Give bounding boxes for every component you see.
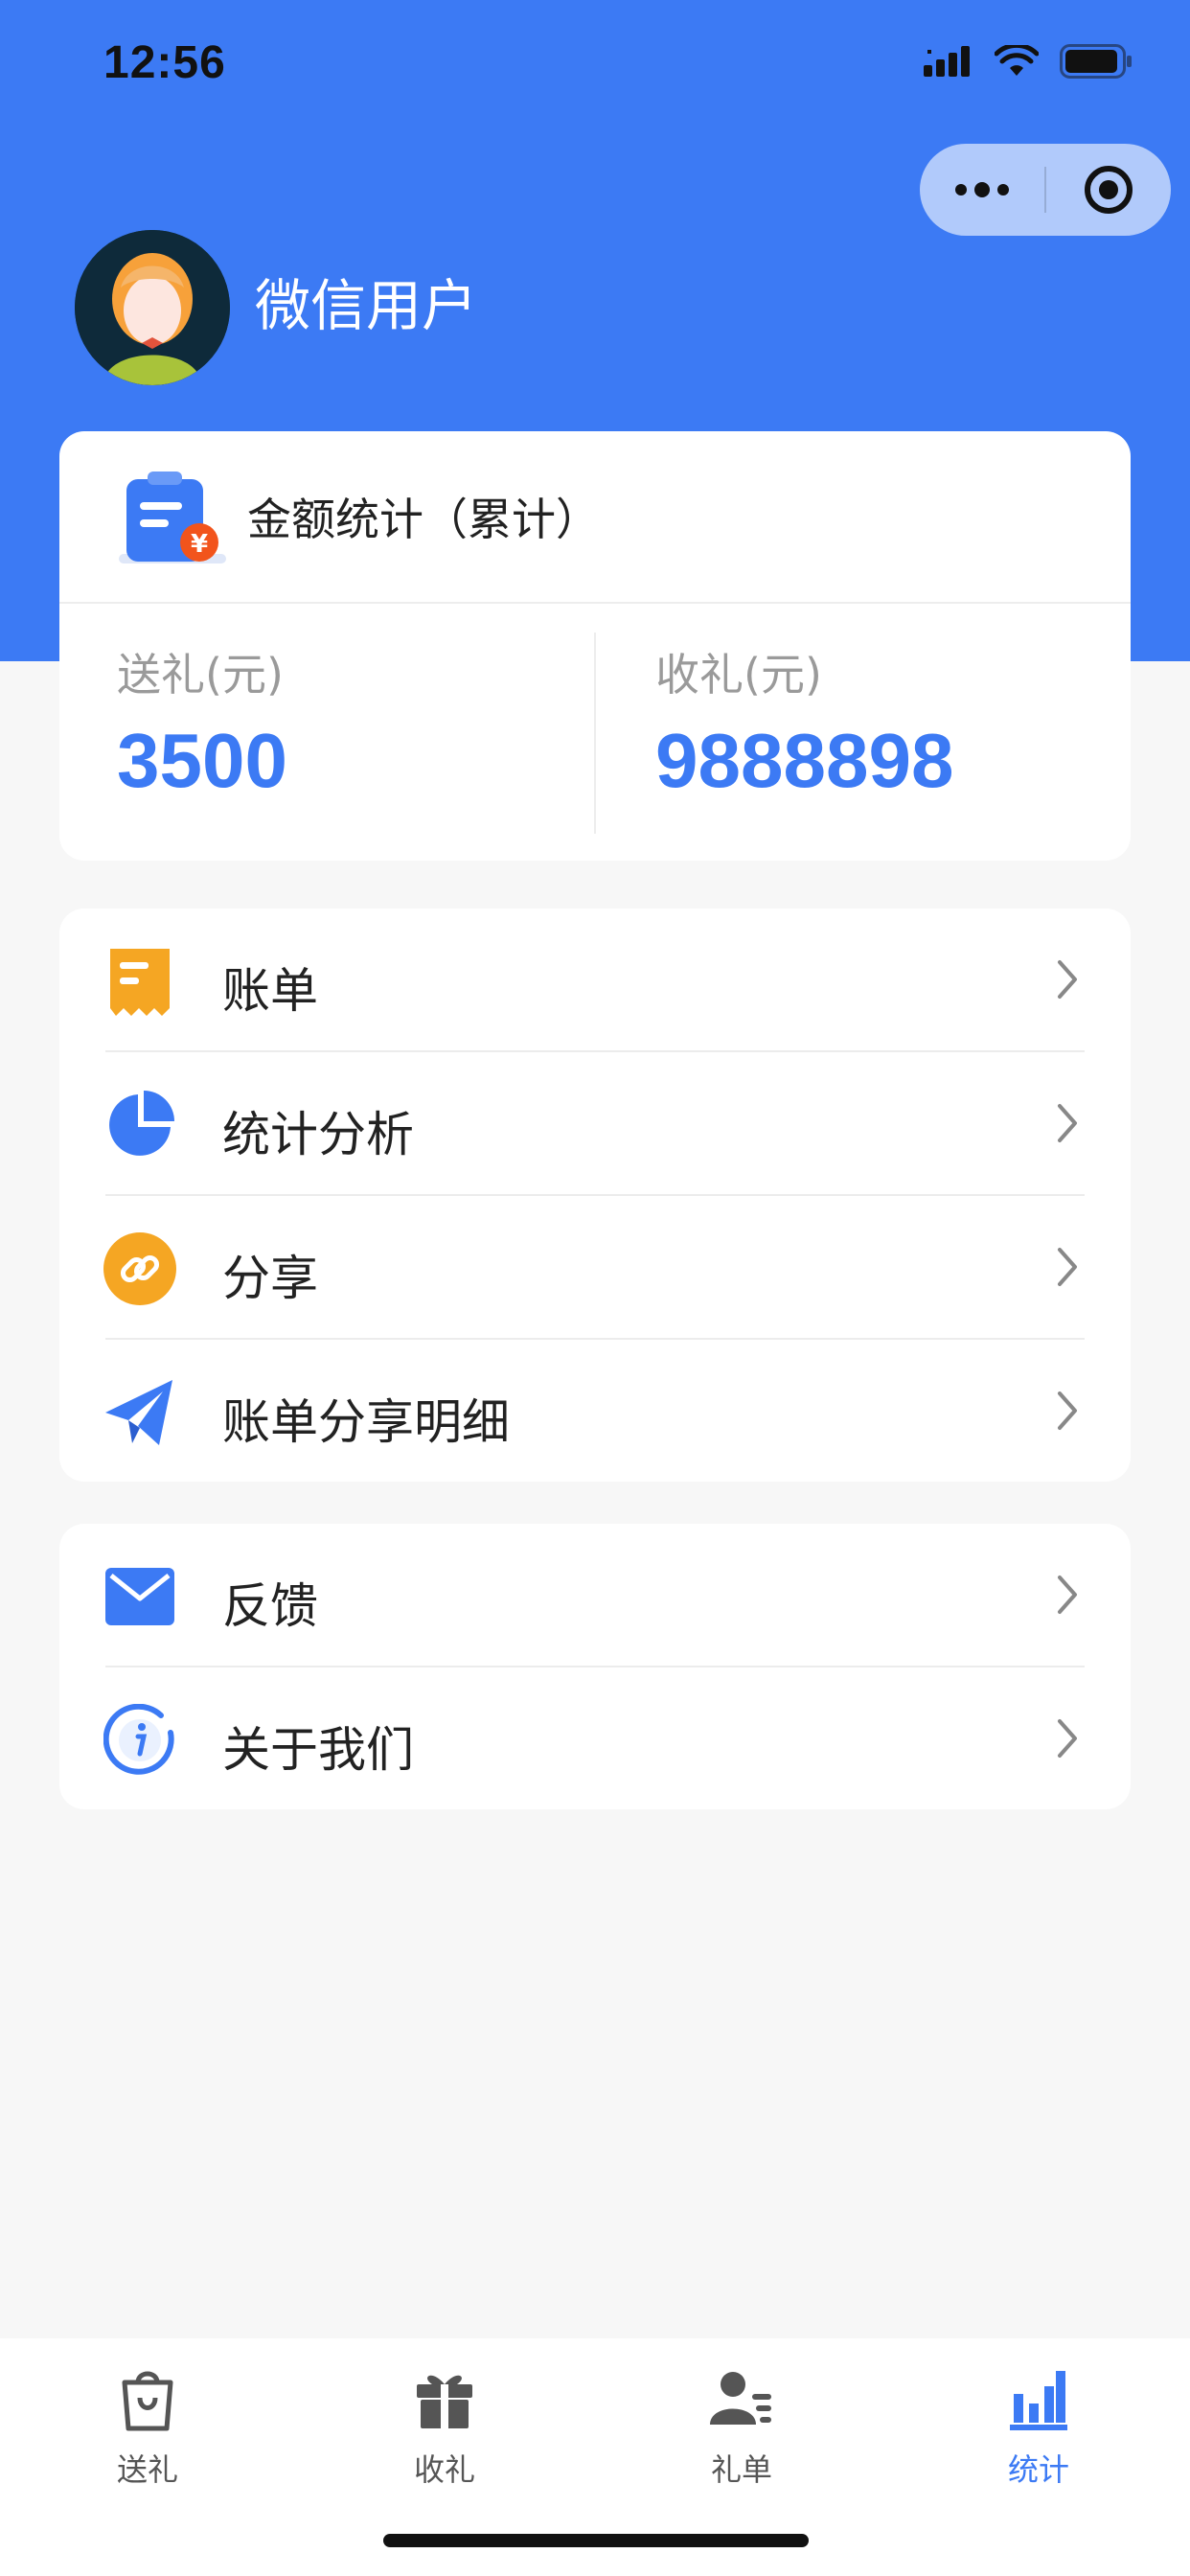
stats-header: ¥ 金额统计（累计） (59, 431, 1131, 604)
more-dots-icon (955, 182, 1009, 197)
close-miniprogram-button[interactable] (1046, 144, 1171, 236)
tab-send-gift[interactable]: 送礼 (52, 2356, 243, 2490)
pie-chart-icon (102, 1087, 178, 1163)
chevron-right-icon (1058, 1719, 1077, 1758)
tab-label: 送礼 (116, 2451, 178, 2488)
status-time: 12:56 (103, 37, 226, 88)
tab-label: 收礼 (413, 2451, 475, 2488)
menu-item-share-details[interactable]: 账单分享明细 (59, 1340, 1131, 1484)
tab-gift-list[interactable]: 礼单 (646, 2356, 837, 2490)
avatar[interactable] (75, 230, 230, 385)
receive-value: 9888898 (655, 718, 954, 803)
battery-icon (1060, 44, 1132, 79)
menu-item-label: 关于我们 (222, 1722, 414, 1778)
menu-item-about[interactable]: 关于我们 (59, 1668, 1131, 1811)
chevron-right-icon (1058, 960, 1077, 999)
menu-item-label: 账单 (222, 963, 318, 1019)
menu-group-2: 反馈 关于我们 (59, 1524, 1131, 1809)
mini-program-capsule (920, 144, 1171, 236)
receive-label: 收礼(元) (655, 649, 822, 701)
menu-item-feedback[interactable]: 反馈 (59, 1524, 1131, 1668)
info-icon (102, 1702, 178, 1779)
link-icon (102, 1230, 178, 1307)
clipboard-money-icon: ¥ (119, 472, 226, 564)
menu-item-statistics[interactable]: 统计分析 (59, 1052, 1131, 1196)
svg-text:¥: ¥ (191, 530, 208, 559)
more-button[interactable] (920, 144, 1044, 236)
bar-chart-icon (943, 2356, 1134, 2442)
send-value: 3500 (117, 718, 287, 803)
target-icon (1085, 166, 1133, 214)
menu-group-1: 账单 统计分析 分享 账单分享明细 (59, 908, 1131, 1482)
stats-title: 金额统计（累计） (247, 494, 600, 545)
stats-body: 送礼(元) 3500 收礼(元) 9888898 (59, 604, 1131, 861)
status-bar: 12:56 (0, 0, 1190, 134)
stats-header-icon-wrap: ¥ (119, 470, 226, 569)
menu-item-label: 反馈 (222, 1578, 318, 1634)
contact-list-icon (646, 2356, 837, 2442)
tab-label: 统计 (1007, 2451, 1069, 2488)
menu-item-label: 统计分析 (222, 1107, 414, 1162)
chevron-right-icon (1058, 1104, 1077, 1142)
home-indicator (383, 2534, 809, 2547)
mail-icon (102, 1558, 178, 1635)
user-name: 微信用户 (255, 273, 478, 338)
chevron-right-icon (1058, 1392, 1077, 1430)
amount-stats-card: ¥ 金额统计（累计） 送礼(元) 3500 收礼(元) 9888898 (59, 431, 1131, 861)
menu-item-bill[interactable]: 账单 (59, 908, 1131, 1052)
chevron-right-icon (1058, 1576, 1077, 1614)
tab-receive-gift[interactable]: 收礼 (349, 2356, 540, 2490)
gift-bag-icon (52, 2356, 243, 2442)
status-icons (924, 44, 1133, 79)
menu-item-share[interactable]: 分享 (59, 1196, 1131, 1340)
menu-item-label: 账单分享明细 (222, 1394, 510, 1450)
gift-box-icon (349, 2356, 540, 2442)
stats-divider (594, 632, 596, 834)
menu-item-label: 分享 (222, 1251, 318, 1306)
signal-icon (924, 46, 970, 77)
receipt-icon (102, 943, 178, 1020)
wifi-icon (995, 45, 1039, 76)
chevron-right-icon (1058, 1248, 1077, 1286)
send-label: 送礼(元) (117, 649, 284, 701)
tab-label: 礼单 (710, 2451, 772, 2488)
user-avatar-icon (75, 230, 230, 385)
paper-plane-icon (102, 1374, 178, 1451)
tab-statistics[interactable]: 统计 (943, 2356, 1134, 2490)
